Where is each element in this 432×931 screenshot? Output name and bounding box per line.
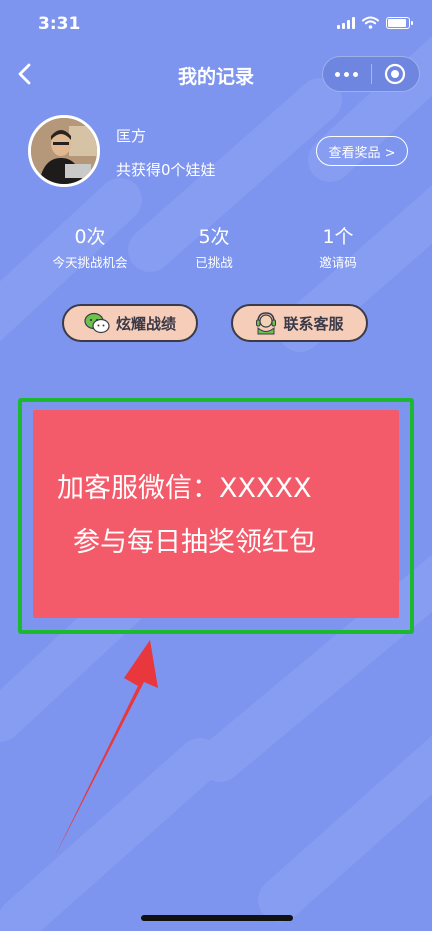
status-time: 3:31 <box>38 14 81 34</box>
more-icon[interactable] <box>323 71 371 77</box>
stat-label: 邀请码 <box>319 255 357 270</box>
stat-today-chances: 0次 今天挑战机会 <box>28 222 152 272</box>
stat-label: 今天挑战机会 <box>52 255 128 270</box>
stat-challenged: 5次 已挑战 <box>152 222 276 272</box>
view-prizes-button[interactable]: 查看奖品 > <box>316 136 408 166</box>
show-off-button[interactable]: 炫耀战绩 <box>62 304 198 342</box>
wifi-icon <box>362 16 379 29</box>
status-icons <box>337 16 413 29</box>
stat-value: 5次 <box>198 226 230 248</box>
stat-value: 0次 <box>74 226 106 248</box>
miniprogram-capsule <box>322 56 420 92</box>
avatar <box>28 115 100 187</box>
target-icon <box>385 63 406 85</box>
cellular-signal-icon <box>337 16 355 29</box>
stat-label: 已挑战 <box>195 255 233 270</box>
stat-value: 1个 <box>322 226 354 248</box>
nav-bar: 我的记录 <box>0 52 432 98</box>
show-off-label: 炫耀战绩 <box>115 314 176 333</box>
wechat-icon <box>84 312 110 334</box>
close-miniprogram-button[interactable] <box>372 63 420 85</box>
user-name: 匡方 <box>116 127 147 145</box>
dolls-won-count: 共获得0个娃娃 <box>116 161 216 179</box>
highlight-frame <box>18 398 414 634</box>
profile-section: 匡方 共获得0个娃娃 查看奖品 > <box>28 115 408 189</box>
stats-row: 0次 今天挑战机会 5次 已挑战 1个 邀请码 <box>28 222 400 272</box>
home-indicator <box>141 915 293 921</box>
contact-service-button[interactable]: 联系客服 <box>231 304 368 342</box>
headset-icon <box>256 312 277 335</box>
battery-icon <box>386 16 413 29</box>
stat-invite-codes: 1个 邀请码 <box>276 222 400 272</box>
status-bar: 3:31 <box>0 0 432 50</box>
avatar-photo <box>31 118 97 184</box>
contact-service-label: 联系客服 <box>283 314 344 333</box>
